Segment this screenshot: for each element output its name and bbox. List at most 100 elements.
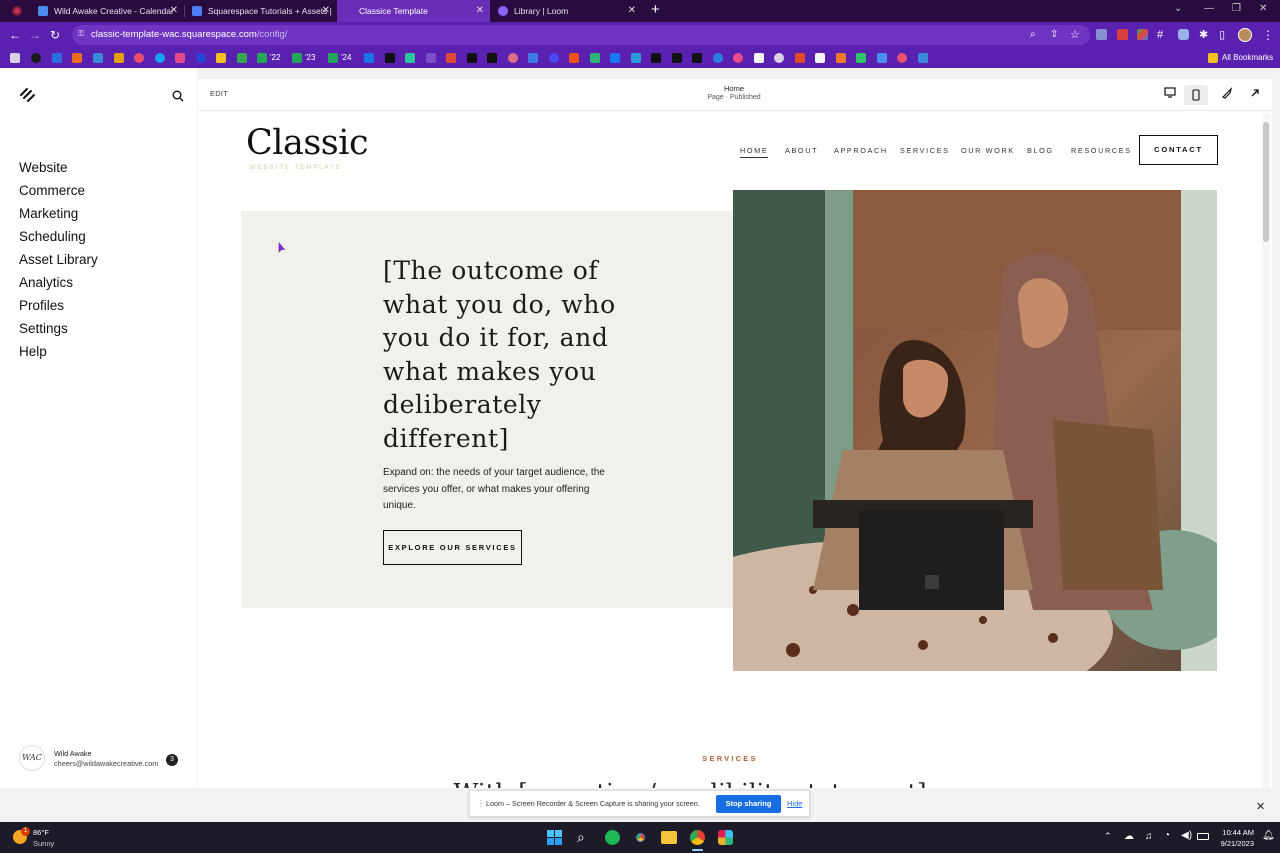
tab-search-icon[interactable] (12, 6, 22, 16)
url-text[interactable]: classic-template-wac.squarespace.com/con… (91, 27, 287, 43)
scrollbar[interactable] (1262, 114, 1270, 788)
chrome-active-icon[interactable] (690, 830, 705, 845)
expand-arrow-icon[interactable] (1246, 87, 1264, 103)
hero-photo[interactable] (733, 190, 1217, 671)
bookmark-drive-icon[interactable] (237, 53, 247, 63)
bookmark-sheets-icon[interactable] (292, 53, 302, 63)
explore-services-button[interactable]: EXPLORE OUR SERVICES (383, 530, 522, 565)
bookmark-sheets-icon[interactable] (328, 53, 338, 63)
chrome-icon[interactable] (633, 830, 648, 845)
bookmark-icon[interactable] (651, 53, 661, 63)
bookmark-icon[interactable] (385, 53, 395, 63)
bookmark-icon[interactable] (216, 53, 226, 63)
edit-button[interactable]: EDIT (210, 89, 228, 98)
tab-list-icon[interactable]: ⌄ (1174, 3, 1182, 14)
desktop-view-icon[interactable] (1161, 87, 1179, 103)
close-icon[interactable]: ✕ (476, 5, 484, 16)
bookmark-icon[interactable] (528, 53, 538, 63)
hide-link[interactable]: Hide (787, 799, 802, 808)
extensions-puzzle-icon[interactable]: ✱ (1199, 27, 1208, 43)
bookmark-icon[interactable] (93, 53, 103, 63)
bookmark-icon[interactable] (467, 53, 477, 63)
extension-camera-icon[interactable] (1178, 29, 1189, 40)
tab-loom[interactable]: Library | Loom ✕ (490, 0, 642, 22)
close-icon[interactable]: ✕ (1256, 800, 1265, 813)
close-icon[interactable]: ✕ (170, 5, 178, 16)
bookmark-icon[interactable] (856, 53, 866, 63)
scrollbar-thumb[interactable] (1263, 122, 1269, 242)
extension-grid-icon[interactable]: # (1157, 27, 1163, 43)
extension-red-icon[interactable] (1117, 29, 1128, 40)
side-panel-icon[interactable]: ▯ (1219, 27, 1225, 43)
bookmark-asana-icon[interactable] (897, 53, 907, 63)
bookmark-z-icon[interactable] (52, 53, 62, 63)
bookmark-icon[interactable] (426, 53, 436, 63)
close-icon[interactable]: ✕ (628, 5, 636, 16)
nav-resources[interactable]: RESOURCES (1071, 146, 1132, 155)
bookmark-icon[interactable] (487, 53, 497, 63)
bookmark-icon[interactable] (672, 53, 682, 63)
notifications-icon[interactable]: 🔔︎ (1262, 830, 1275, 841)
file-explorer-icon[interactable] (661, 831, 677, 844)
bookmark-icon[interactable] (815, 53, 825, 63)
notification-badge[interactable]: 3 (166, 754, 178, 766)
mobile-view-button[interactable] (1184, 85, 1208, 105)
stop-sharing-button[interactable]: Stop sharing (716, 795, 781, 813)
avatar[interactable]: WAC (19, 745, 45, 771)
contact-button[interactable]: CONTACT (1139, 135, 1218, 165)
sidebar-item-profiles[interactable]: Profiles (19, 298, 64, 313)
chrome-menu-icon[interactable]: ⋮ (1262, 27, 1274, 43)
nav-approach[interactable]: APPROACH (834, 146, 888, 155)
tab-calendar[interactable]: Wild Awake Creative - Calendar ✕ (30, 0, 184, 22)
bookmark-icon[interactable] (196, 53, 206, 63)
reload-icon[interactable]: ↻ (50, 27, 60, 43)
site-info-icon[interactable]: ⚿ (78, 29, 84, 39)
bookmark-icon[interactable] (155, 53, 165, 63)
bookmark-icon[interactable] (733, 53, 743, 63)
zoom-icon[interactable]: ⌕ (1030, 27, 1036, 43)
minimize-icon[interactable]: — (1204, 3, 1214, 14)
squarespace-logo-icon[interactable] (19, 87, 36, 108)
onedrive-icon[interactable]: ☁ (1124, 831, 1134, 842)
bookmark-icon[interactable] (175, 53, 185, 63)
drag-handle-icon[interactable]: ⋮ (477, 799, 485, 808)
bookmark-icon[interactable] (364, 53, 374, 63)
battery-icon[interactable] (1197, 833, 1209, 840)
clock-time[interactable]: 10:44 AM (1212, 828, 1254, 837)
bookmark-sheets-icon[interactable] (257, 53, 267, 63)
sidebar-item-scheduling[interactable]: Scheduling (19, 229, 86, 244)
bookmark-icon[interactable] (692, 53, 702, 63)
nav-our-work[interactable]: OUR WORK (961, 146, 1015, 155)
search-icon[interactable] (172, 89, 184, 107)
volume-icon[interactable]: ◀) (1181, 830, 1192, 841)
sidebar-item-asset-library[interactable]: Asset Library (19, 252, 98, 267)
bookmark-icon[interactable] (114, 53, 124, 63)
close-icon[interactable]: ✕ (322, 5, 330, 16)
restore-icon[interactable]: ❐ (1232, 3, 1241, 14)
sidebar-item-marketing[interactable]: Marketing (19, 206, 78, 221)
bookmark-folder-icon[interactable] (10, 53, 20, 63)
profile-avatar[interactable] (1238, 28, 1252, 42)
bookmark-facebook-icon[interactable] (610, 53, 620, 63)
sidebar-item-analytics[interactable]: Analytics (19, 275, 73, 290)
bookmark-icon[interactable] (631, 53, 641, 63)
bookmark-star-icon[interactable]: ☆ (1070, 27, 1080, 43)
nav-home[interactable]: HOME (740, 146, 769, 158)
slack-icon[interactable] (718, 830, 733, 845)
weather-temp[interactable]: 86°F (33, 828, 49, 837)
bookmark-icon[interactable] (590, 53, 600, 63)
bookmark-icon[interactable] (446, 53, 456, 63)
site-styles-icon[interactable] (1218, 87, 1236, 103)
forward-icon[interactable]: → (29, 27, 41, 43)
bookmark-label[interactable]: '23 (305, 52, 315, 64)
bookmark-icon[interactable] (405, 53, 415, 63)
bookmark-label[interactable]: '22 (270, 52, 280, 64)
share-icon[interactable]: ⇪ (1050, 27, 1058, 43)
nav-services[interactable]: SERVICES (900, 146, 950, 155)
close-window-icon[interactable]: ✕ (1259, 3, 1267, 14)
bookmark-icon[interactable] (713, 53, 723, 63)
extension-colorful-icon[interactable] (1137, 29, 1148, 40)
bookmark-icon[interactable] (774, 53, 784, 63)
bookmark-icon[interactable] (795, 53, 805, 63)
sidebar-item-website[interactable]: Website (19, 160, 68, 175)
